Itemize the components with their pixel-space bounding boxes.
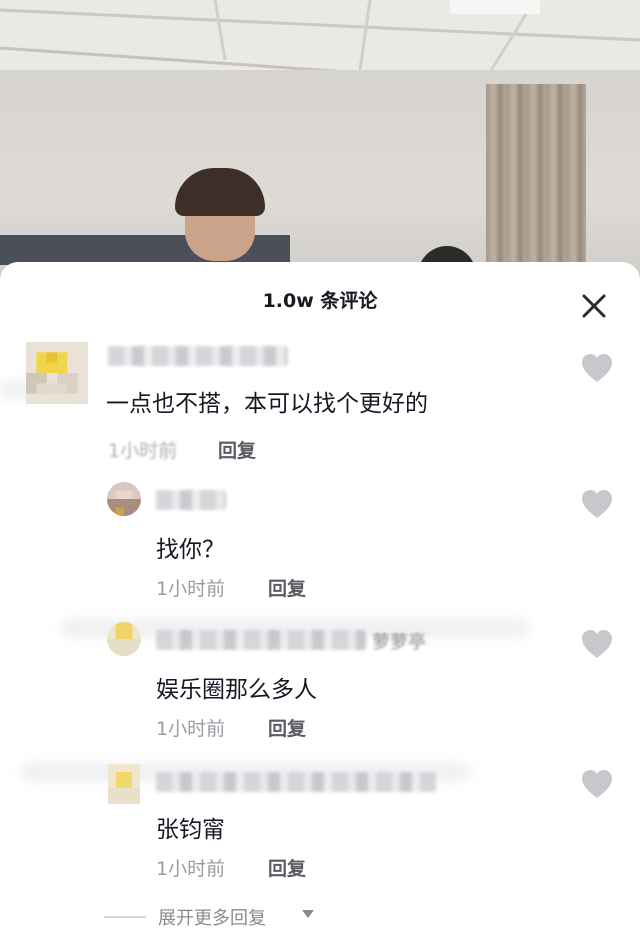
comment-sheet-header: 1.0w 条评论 xyxy=(0,262,640,338)
comment-text: 张钧甯 xyxy=(156,817,225,843)
reply-item: 萝萝亭 娱乐圈那么多人 1小时前 回复 xyxy=(0,612,640,752)
heart-icon[interactable] xyxy=(580,488,614,520)
expand-divider xyxy=(104,916,146,918)
comment-count: 1.0w 条评论 xyxy=(262,290,378,312)
username-tail[interactable]: 萝萝亭 xyxy=(372,628,426,654)
username-blurred[interactable] xyxy=(108,346,288,366)
avatar[interactable] xyxy=(107,482,141,516)
comment-text: 找你？ xyxy=(156,537,225,563)
comment-sheet: 1.0w 条评论 一点也不搭，本可以找个更好的 1小时前 回复 找你？ 1小时前… xyxy=(0,262,640,929)
comment-time: 1小时前 xyxy=(156,578,226,600)
comment-time: 1小时前 xyxy=(156,858,226,880)
username-blurred[interactable] xyxy=(156,772,436,792)
reply-item: 找你？ 1小时前 回复 xyxy=(0,472,640,612)
reply-item: 张钧甯 1小时前 回复 xyxy=(0,752,640,892)
avatar-pixelated xyxy=(26,342,88,404)
reply-button[interactable]: 回复 xyxy=(268,854,306,881)
reply-button[interactable]: 回复 xyxy=(268,574,306,601)
comment-text: 娱乐圈那么多人 xyxy=(156,677,317,703)
reply-button[interactable]: 回复 xyxy=(218,436,256,463)
expand-label: 展开更多回复 xyxy=(158,908,266,929)
curtain xyxy=(486,84,586,284)
username-blurred[interactable] xyxy=(156,630,366,650)
heart-icon[interactable] xyxy=(580,768,614,800)
reply-button[interactable]: 回复 xyxy=(268,714,306,741)
avatar-pixelated xyxy=(108,764,140,804)
video-background[interactable] xyxy=(0,0,640,285)
comment-time: 1小时前 xyxy=(156,718,226,740)
avatar[interactable] xyxy=(107,764,141,804)
avatar-pixelated xyxy=(107,622,141,656)
heart-icon[interactable] xyxy=(580,352,614,384)
comment-text: 一点也不搭，本可以找个更好的 xyxy=(106,391,428,417)
username-blurred[interactable] xyxy=(156,490,226,510)
comment-time: 1小时前 xyxy=(108,440,178,462)
person-hair xyxy=(175,168,265,216)
comment-item: 一点也不搭，本可以找个更好的 1小时前 回复 xyxy=(0,332,640,472)
heart-icon[interactable] xyxy=(580,628,614,660)
avatar[interactable] xyxy=(107,622,141,656)
chevron-down-icon xyxy=(302,910,314,918)
avatar[interactable] xyxy=(26,342,88,404)
close-icon[interactable] xyxy=(578,290,610,322)
avatar-pixelated xyxy=(107,482,141,516)
